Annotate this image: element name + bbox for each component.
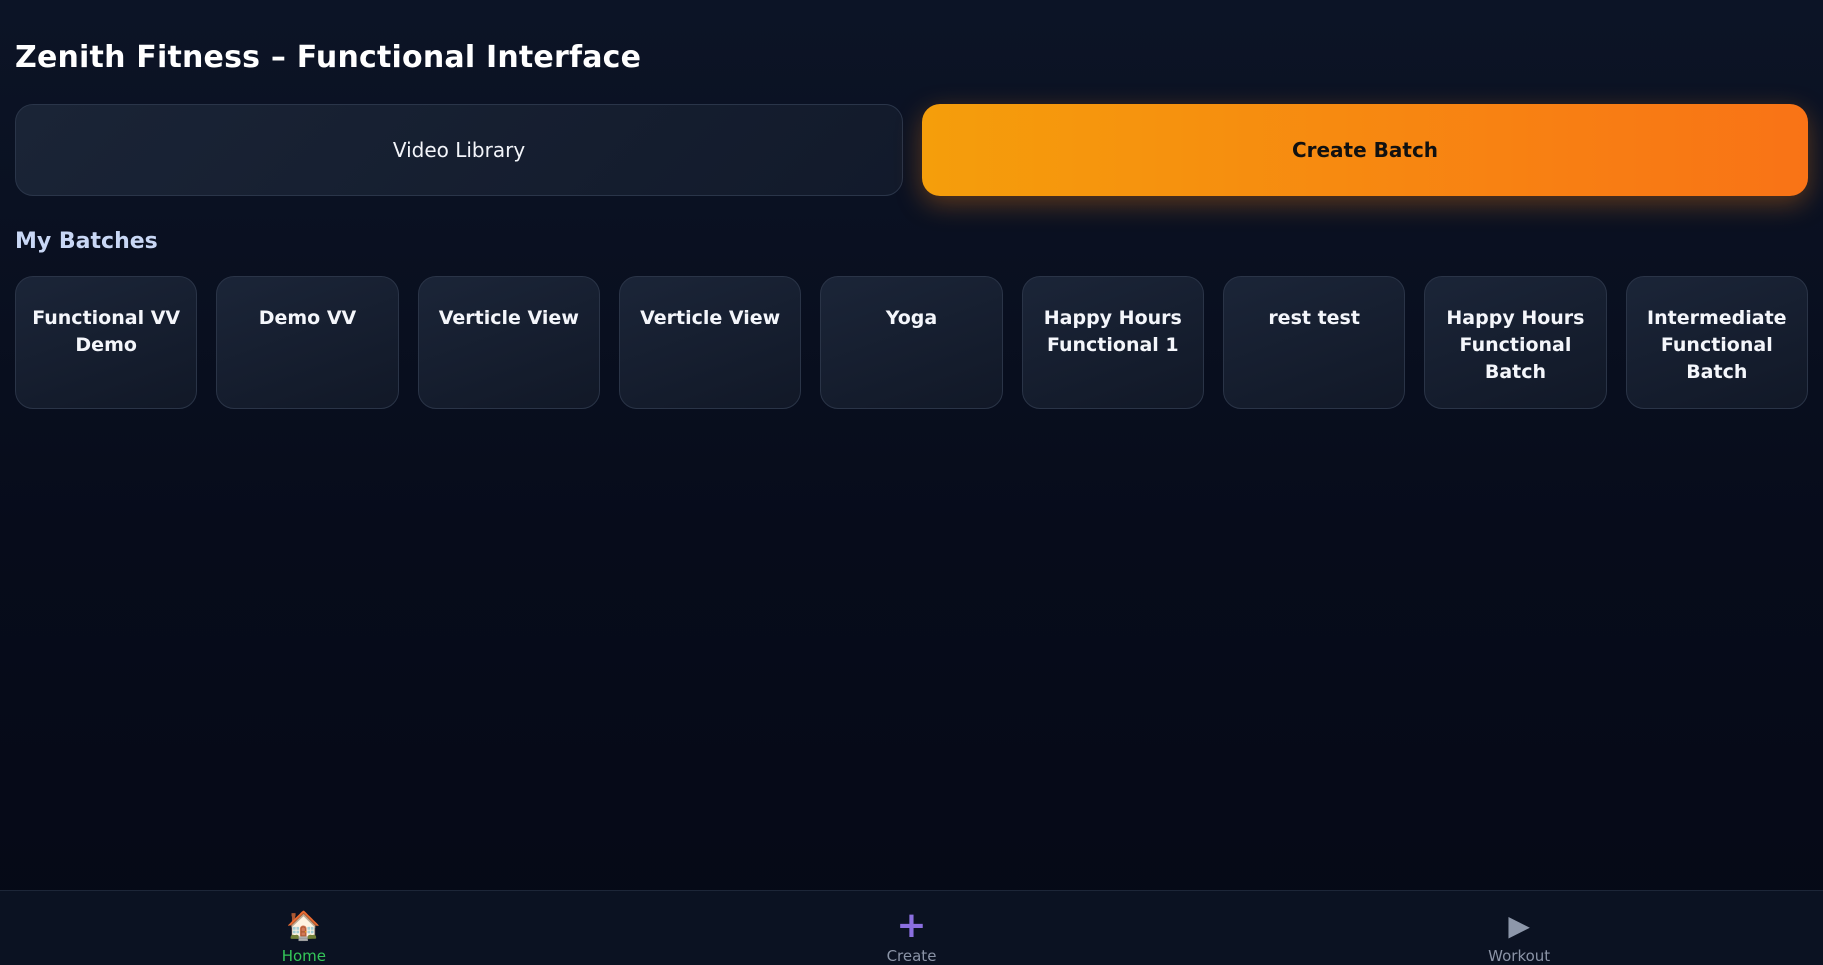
page-title: Zenith Fitness – Functional Interface (15, 40, 642, 75)
play-icon: ▶ (1508, 909, 1530, 942)
video-library-button[interactable]: Video Library (15, 104, 903, 196)
nav-label-home: Home (281, 947, 326, 965)
nav-label-create: Create (886, 947, 937, 965)
batch-card-verticle-view-1[interactable]: Verticle View (417, 276, 600, 409)
batch-label: Verticle View (438, 307, 579, 329)
action-row: Video Library Create Batch (15, 104, 1808, 196)
create-batch-button[interactable]: Create Batch (922, 104, 1808, 196)
batch-card-demo-vv[interactable]: Demo VV (216, 276, 399, 409)
batch-card-yoga[interactable]: Yoga (820, 276, 1003, 409)
batch-label: Happy Hours Functional 1 (1043, 307, 1182, 356)
batch-label: Functional VV Demo (32, 307, 181, 356)
batch-label: Verticle View (640, 307, 781, 329)
bottom-nav: 🏠 Home + Create ▶ Workout (0, 890, 1823, 965)
house-icon: 🏠 (286, 909, 322, 942)
nav-item-home[interactable]: 🏠 Home (0, 891, 608, 965)
batch-card-functional-vv-demo[interactable]: Functional VV Demo (15, 276, 198, 409)
batch-card-happy-hours-functional-1[interactable]: Happy Hours Functional 1 (1021, 276, 1204, 409)
batch-card-verticle-view-2[interactable]: Verticle View (618, 276, 802, 409)
batch-label: Intermediate Functional Batch (1647, 307, 1787, 383)
plus-icon: + (896, 905, 927, 946)
batch-card-happy-hours-functional-batch[interactable]: Happy Hours Functional Batch (1424, 276, 1607, 409)
batch-label: Happy Hours Functional Batch (1446, 307, 1585, 383)
nav-item-workout[interactable]: ▶ Workout (1215, 891, 1823, 965)
nav-label-workout: Workout (1488, 947, 1551, 965)
batch-label: Demo VV (258, 307, 357, 329)
batch-label: rest test (1268, 307, 1360, 329)
section-title-my-batches: My Batches (15, 229, 158, 254)
batch-card-rest-test[interactable]: rest test (1222, 276, 1406, 409)
batch-card-intermediate-functional-batch[interactable]: Intermediate Functional Batch (1625, 276, 1808, 409)
nav-item-create[interactable]: + Create (608, 891, 1216, 965)
batch-label: Yoga (885, 307, 938, 329)
batch-list: Functional VV Demo Demo VV Verticle View… (15, 276, 1808, 409)
